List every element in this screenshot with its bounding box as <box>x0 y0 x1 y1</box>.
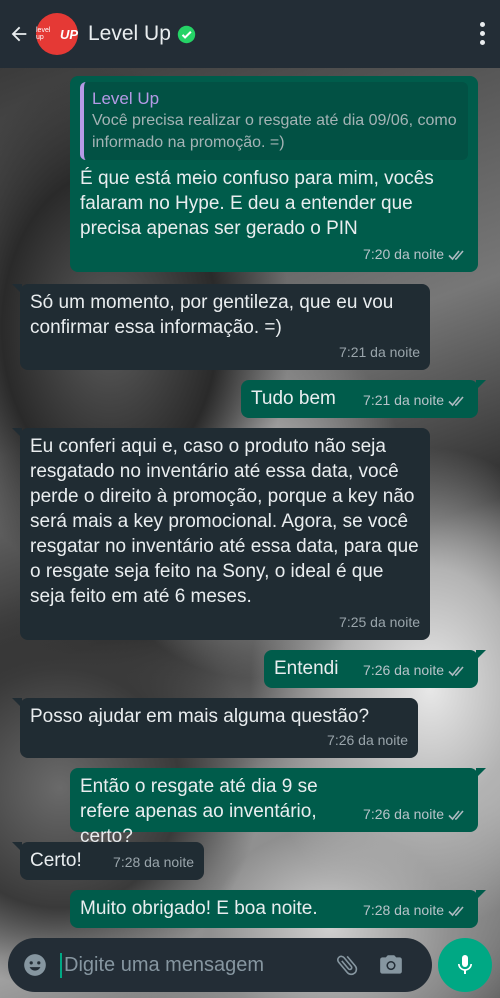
camera-icon[interactable] <box>378 952 404 978</box>
contact-name[interactable]: Level Up <box>88 22 171 46</box>
message-incoming[interactable]: Certo! 7:28 da noite <box>12 842 204 880</box>
message-text: Então o resgate até dia 9 se refere apen… <box>80 776 318 847</box>
message-meta: 7:26 da noite <box>327 728 408 753</box>
double-check-icon <box>448 665 464 676</box>
message-meta: 7:28 da noite <box>113 850 194 875</box>
message-meta: 7:26 da noite <box>363 802 468 827</box>
message-meta: 7:21 da noite <box>363 388 468 413</box>
avatar[interactable]: level up UP <box>36 13 78 55</box>
message-time: 7:28 da noite <box>363 902 444 918</box>
back-arrow-icon <box>11 26 27 42</box>
message-outgoing[interactable]: Tudo bem 7:21 da noite <box>241 380 486 418</box>
avatar-small-text: level up <box>36 27 51 41</box>
message-meta: 7:26 da noite <box>363 658 468 683</box>
message-time: 7:26 da noite <box>363 662 444 678</box>
back-button[interactable] <box>2 0 36 68</box>
verified-icon <box>177 25 196 43</box>
message-input[interactable] <box>60 952 328 978</box>
message-composer <box>8 938 432 992</box>
message-meta: 7:21 da noite <box>339 340 420 365</box>
message-time: 7:26 da noite <box>363 806 444 822</box>
double-check-icon <box>448 905 464 916</box>
message-meta: 7:20 da noite <box>363 242 468 267</box>
message-time: 7:21 da noite <box>339 344 420 360</box>
quoted-message[interactable]: Level Up Você precisa realizar o resgate… <box>80 82 468 160</box>
message-text: Posso ajudar em mais alguma questão? <box>30 706 370 727</box>
message-text: Eu conferi aqui e, caso o produto não se… <box>30 436 419 607</box>
message-text: É que está meio confuso para mim, vocês … <box>80 168 434 239</box>
message-time: 7:25 da noite <box>339 614 420 630</box>
message-text: Só um momento, por gentileza, que eu vou… <box>30 292 394 338</box>
double-check-icon <box>448 809 464 820</box>
message-outgoing[interactable]: Muito obrigado! E boa noite. 7:28 da noi… <box>70 890 486 928</box>
message-incoming[interactable]: Só um momento, por gentileza, que eu vou… <box>12 284 430 370</box>
quote-text: Você precisa realizar o resgate até dia … <box>92 112 457 151</box>
message-meta: 7:25 da noite <box>339 610 420 635</box>
quote-author: Level Up <box>92 89 160 108</box>
message-outgoing[interactable]: Então o resgate até dia 9 se refere apen… <box>70 768 486 847</box>
message-time: 7:26 da noite <box>327 732 408 748</box>
emoji-icon[interactable] <box>22 952 48 978</box>
paperclip-icon[interactable] <box>334 952 360 978</box>
more-options-button[interactable] <box>478 22 486 46</box>
message-outgoing[interactable]: Entendi 7:26 da noite <box>264 650 486 688</box>
double-check-icon <box>448 249 464 260</box>
message-incoming[interactable]: Posso ajudar em mais alguma questão? 7:2… <box>12 698 418 758</box>
message-time: 7:20 da noite <box>363 246 444 262</box>
more-vertical-icon <box>479 22 485 27</box>
microphone-button[interactable] <box>438 938 492 992</box>
message-outgoing[interactable]: Level Up Você precisa realizar o resgate… <box>70 76 478 272</box>
avatar-big-text: UP <box>59 26 78 42</box>
message-incoming[interactable]: Eu conferi aqui e, caso o produto não se… <box>12 428 430 640</box>
chat-header: level up UP Level Up <box>0 0 500 68</box>
message-meta: 7:28 da noite <box>363 898 468 923</box>
message-time: 7:28 da noite <box>113 854 194 870</box>
message-time: 7:21 da noite <box>363 392 444 408</box>
microphone-icon <box>458 955 472 974</box>
double-check-icon <box>448 395 464 406</box>
